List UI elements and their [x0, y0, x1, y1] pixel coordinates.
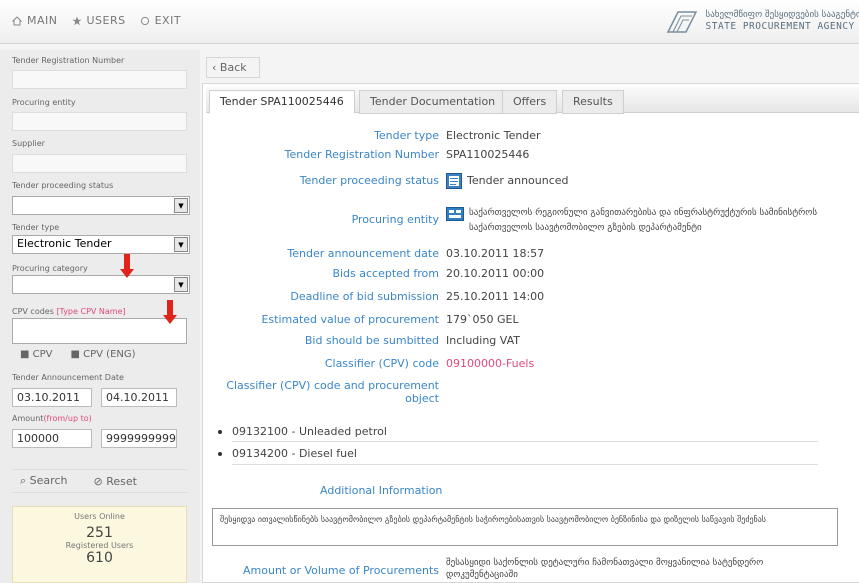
additional-info-label: Additional Information: [320, 484, 443, 497]
organization-icon: [446, 207, 464, 221]
nav-exit[interactable]: EXIT: [140, 14, 181, 27]
bullet-icon: [218, 430, 222, 434]
amount-filter-label-text: Amount: [12, 414, 44, 423]
detail-value: 03.10.2011 18:57: [446, 247, 545, 260]
detail-value: 20.10.2011 00:00: [446, 267, 545, 280]
procuring-entity-value: საქართველოს რეგიონული განვითარებისა და ი…: [469, 208, 818, 233]
nav-users-label: USERS: [86, 14, 126, 27]
amount-volume-value: შესასყიდი საქონლის დეტალური ჩამონათვალი …: [446, 558, 764, 580]
amount-filter-hint: (from/up to): [43, 414, 92, 423]
search-button[interactable]: ⌕ Search: [20, 474, 67, 488]
reset-button[interactable]: ⊘ Reset: [93, 475, 136, 488]
list-item: 09132100 - Unleaded petrol: [218, 425, 387, 438]
additional-info-box: შესყიდვა ითვალისწინებს საავტომობილო გზებ…: [212, 508, 838, 546]
nav-main[interactable]: MAIN: [12, 14, 58, 27]
top-nav: MAIN USERS EXIT: [12, 14, 181, 27]
reset-button-label: Reset: [106, 474, 137, 488]
tab-bar: Tender SPA110025446 Tender Documentation…: [206, 87, 859, 114]
search-row: ⌕ Search ⊘ Reset: [12, 469, 187, 493]
users-online-count: 251: [86, 525, 113, 541]
home-icon: [12, 15, 22, 25]
amount-filter-label: Amount(from/up to): [12, 414, 92, 423]
detail-value-status: Tender announced: [446, 173, 569, 189]
detail-label: Tender announcement date: [287, 247, 439, 260]
tab-tender[interactable]: Tender SPA110025446: [209, 90, 355, 114]
detail-row: Bid should be sumbitted Including VAT: [0, 333, 859, 349]
detail-value-entity: საქართველოს რეგიონული განვითარებისა და ი…: [446, 206, 844, 236]
detail-value: 179`050 GEL: [446, 313, 519, 326]
detail-row: Estimated value of procurement 179`050 G…: [0, 312, 859, 328]
status-announced-icon: [446, 173, 462, 189]
detail-label: Tender type: [374, 129, 439, 142]
back-arrow-icon: ‹: [212, 61, 217, 74]
nav-users[interactable]: USERS: [71, 14, 126, 27]
detail-label: Bid should be sumbitted: [304, 334, 439, 347]
tab-documentation[interactable]: Tender Documentation: [359, 90, 507, 114]
detail-row: Bids accepted from 20.10.2011 00:00: [0, 266, 859, 282]
detail-row: Deadline of bid submission 25.10.2011 14…: [0, 289, 859, 305]
detail-value: Including VAT: [446, 334, 520, 347]
amount-from-input[interactable]: 100000: [12, 429, 92, 448]
detail-label: Tender proceeding status: [299, 174, 439, 187]
amount-volume-label: Amount or Volume of Procurements: [243, 564, 439, 577]
detail-label: Deadline of bid submission: [290, 290, 439, 303]
status-value-text: Tender announced: [467, 174, 569, 187]
nav-main-label: MAIN: [27, 14, 58, 27]
star-icon: [71, 16, 82, 25]
search-button-label: Search: [29, 474, 68, 487]
detail-row: Tender proceeding status Tender announce…: [0, 173, 859, 189]
agency-logo-text: სახელმწიფო შესყიდვების სააგენტო STATE PR…: [706, 9, 859, 33]
detail-row: Tender announcement date 03.10.2011 18:5…: [0, 246, 859, 262]
top-bar: MAIN USERS EXIT სახელმწიფო შესყიდვების ს…: [0, 0, 859, 44]
detail-row: Tender type Electronic Tender: [0, 128, 859, 144]
detail-row: Tender Registration Number SPA110025446: [0, 147, 859, 163]
agency-logo-icon: [666, 11, 697, 33]
divider: [232, 441, 818, 442]
reset-icon: ⊘: [93, 474, 103, 488]
detail-label: Classifier (CPV) code and procurement ob…: [226, 379, 439, 405]
cpv-item-text: 09134200 - Diesel fuel: [232, 447, 357, 460]
detail-label: Procuring entity: [351, 213, 439, 226]
power-icon: [140, 16, 149, 25]
bullet-icon: [218, 452, 222, 456]
cpv-item-text: 09132100 - Unleaded petrol: [232, 425, 387, 438]
divider: [232, 464, 818, 465]
detail-row: Amount or Volume of Procurements შესასყი…: [0, 557, 859, 583]
detail-row: Procuring entity საქართველოს რეგიონული გ…: [0, 206, 859, 236]
registered-users-label: Registered Users: [65, 541, 134, 550]
list-item: 09134200 - Diesel fuel: [218, 447, 357, 460]
agency-name-ka: სახელმწიფო შესყიდვების სააგენტო: [705, 10, 859, 20]
tender-reg-label: Tender Registration Number: [12, 56, 125, 65]
back-button-label: Back: [219, 61, 247, 74]
agency-logo[interactable]: სახელმწიფო შესყიდვების სააგენტო STATE PR…: [664, 6, 859, 36]
nav-exit-label: EXIT: [154, 14, 182, 27]
cpv-code-link[interactable]: 09100000-Fuels: [446, 356, 534, 372]
amount-to-input[interactable]: 9999999999: [101, 429, 177, 448]
detail-row: Classifier (CPV) code 09100000-Fuels: [0, 356, 859, 372]
detail-row: Classifier (CPV) code and procurement ob…: [0, 379, 859, 407]
detail-label: Classifier (CPV) code: [324, 357, 439, 370]
tender-reg-input[interactable]: [12, 70, 187, 89]
detail-label: Bids accepted from: [332, 267, 439, 280]
detail-value: 25.10.2011 14:00: [446, 290, 545, 303]
agency-name-en: STATE PROCUREMENT AGENCY: [705, 21, 855, 32]
back-button[interactable]: ‹ Back: [206, 57, 260, 78]
tab-results[interactable]: Results: [562, 90, 624, 114]
users-online-label: Users Online: [74, 512, 125, 521]
detail-value: Electronic Tender: [446, 129, 541, 142]
tab-offers[interactable]: Offers: [502, 90, 558, 114]
detail-label: Tender Registration Number: [284, 148, 439, 161]
search-icon: ⌕: [20, 474, 27, 487]
detail-label: Estimated value of procurement: [261, 313, 439, 326]
detail-value: SPA110025446: [446, 148, 530, 161]
procuring-entity-label: Procuring entity: [12, 98, 76, 107]
